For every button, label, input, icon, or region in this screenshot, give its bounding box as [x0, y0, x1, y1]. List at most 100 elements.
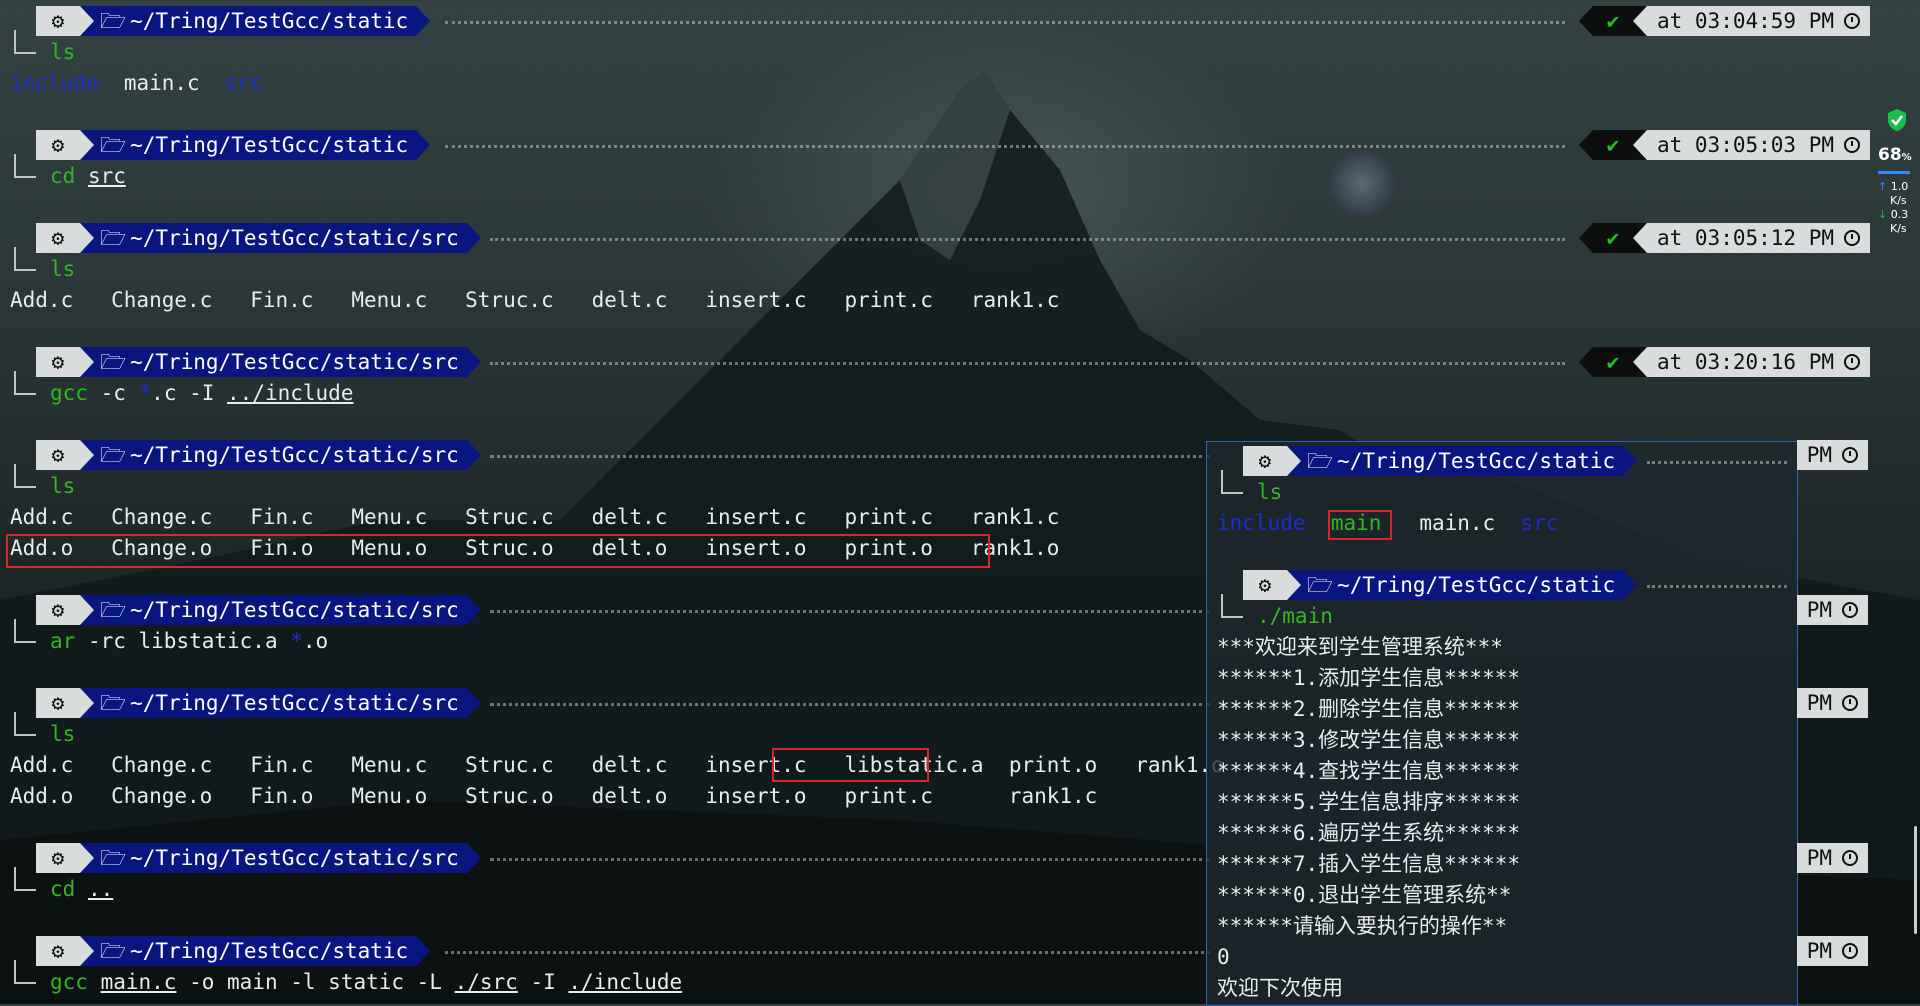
output-line: include main.c src	[10, 68, 263, 99]
prompt-time-partial: PM	[1796, 936, 1868, 966]
glob-star: *	[290, 629, 303, 653]
prompt-segment: ⚙ 🗁 ~/Tring/TestGcc/static/src	[36, 843, 481, 873]
highlight-box	[1328, 510, 1392, 540]
command-line: gcc main.c -o main -l static -L ./src -I…	[50, 967, 682, 998]
prompt-corner	[14, 712, 36, 736]
prompt-path: 🗁 ~/Tring/TestGcc/static/src	[94, 688, 467, 718]
prompt-time-partial: PM	[1796, 440, 1868, 470]
usage-bar	[1878, 171, 1910, 174]
path-text: ~/Tring/TestGcc/static	[1337, 449, 1616, 473]
file-entry: main.c	[1419, 511, 1496, 535]
file-list: Add.c Change.c Fin.c Menu.c Struc.c delt…	[10, 753, 845, 777]
time-suffix: PM	[1806, 939, 1832, 963]
command-line: cd ..	[50, 874, 113, 905]
prompt-path: 🗁 ~/Tring/TestGcc/static/src	[94, 595, 467, 625]
command-text: ls	[50, 474, 76, 498]
command-args: -rc libstatic.a	[75, 629, 291, 653]
prompt-segment: ⚙ 🗁 ~/Tring/TestGcc/static	[36, 130, 431, 160]
prompt-corner	[14, 247, 36, 271]
prompt-path: 🗁 ~/Tring/TestGcc/static/src	[94, 440, 467, 470]
path-text: ~/Tring/TestGcc/static	[130, 9, 409, 33]
prompt-time: at 03:04:59 PM	[1656, 9, 1834, 33]
path-text: ~/Tring/TestGcc/static/src	[130, 846, 459, 870]
prompt-status: ✔ at 03:05:12 PM	[1578, 223, 1870, 253]
prompt-status: ✔ at 03:20:16 PM	[1578, 347, 1870, 377]
prompt-time: at 03:20:16 PM	[1656, 350, 1834, 374]
check-icon: ✔	[1592, 6, 1633, 36]
program-output-line: ******7.插入学生信息******	[1217, 852, 1521, 876]
linux-logo-icon: ⚙	[36, 595, 80, 625]
folder-icon: 🗁	[100, 443, 127, 467]
file-list: print.o rank1.o	[983, 753, 1224, 777]
download-arrow-icon: ↓	[1878, 208, 1888, 221]
folder-icon: 🗁	[1307, 573, 1334, 597]
prompt-filler-dots	[445, 145, 1565, 150]
folder-icon: 🗁	[100, 9, 127, 33]
clock-icon	[1842, 602, 1858, 618]
command-line: cd src	[50, 161, 126, 192]
folder-icon: 🗁	[100, 939, 127, 963]
prompt-corner	[14, 154, 36, 178]
program-output-line: ******5.学生信息排序******	[1217, 790, 1521, 814]
prompt-path: 🗁 ~/Tring/TestGcc/static	[94, 936, 417, 966]
output-line: Add.c Change.c Fin.c Menu.c Struc.c delt…	[10, 505, 1060, 529]
folder-icon: 🗁	[100, 350, 127, 374]
prompt-corner	[14, 619, 36, 643]
scrollbar-thumb[interactable]	[1914, 826, 1917, 934]
command-text: cd	[50, 164, 76, 188]
dir-entry: src	[1520, 511, 1559, 535]
upload-speed: 1.0	[1890, 180, 1909, 193]
command-text: ls	[1257, 480, 1283, 504]
prompt-path: 🗁 ~/Tring/TestGcc/static	[1301, 446, 1624, 476]
prompt-time: at 03:05:03 PM	[1656, 133, 1834, 157]
prompt-path: 🗁 ~/Tring/TestGcc/static	[94, 6, 417, 36]
prompt-corner	[14, 464, 36, 488]
clock-icon	[1842, 695, 1858, 711]
program-output-line: ******0.退出学生管理系统**	[1217, 883, 1512, 907]
folder-icon: 🗁	[100, 226, 127, 250]
command-line: ar -rc libstatic.a *.o	[50, 626, 328, 657]
prompt-segment: ⚙ 🗁 ~/Tring/TestGcc/static/src	[36, 223, 481, 253]
prompt-segment: ⚙ 🗁 ~/Tring/TestGcc/static/src	[36, 688, 481, 718]
percent-sign: %	[1901, 152, 1912, 163]
prompt-segment: ⚙ 🗁 ~/Tring/TestGcc/static/src	[36, 440, 481, 470]
path-text: ~/Tring/TestGcc/static/src	[130, 691, 459, 715]
prompt-filler-dots	[490, 858, 1210, 863]
prompt-status: ✔ at 03:04:59 PM	[1578, 6, 1870, 36]
prompt-segment: ⚙ 🗁 ~/Tring/TestGcc/static/src	[36, 347, 481, 377]
prompt-filler-dots	[490, 703, 1210, 708]
command-args: -I	[517, 970, 569, 994]
percent-value: 68	[1878, 145, 1902, 165]
prompt-path: 🗁 ~/Tring/TestGcc/static	[1301, 570, 1624, 600]
system-monitor-widget[interactable]: 68% ↑ 1.0 K/s ↓ 0.3 K/s	[1878, 108, 1916, 236]
command-line: gcc -c *.c -I ../include	[50, 378, 353, 409]
prompt-filler-dots	[445, 951, 1210, 956]
linux-logo-icon: ⚙	[1243, 570, 1287, 600]
time-suffix: PM	[1806, 691, 1832, 715]
prompt-corner	[1221, 470, 1243, 494]
command-text: ls	[50, 257, 76, 281]
path-text: ~/Tring/TestGcc/static/src	[130, 443, 459, 467]
program-output-line: 欢迎下次使用	[1217, 976, 1343, 1000]
command-args: -o main -l static -L	[176, 970, 455, 994]
output-line: Add.o Change.o Fin.o Menu.o Struc.o delt…	[10, 784, 1098, 808]
check-icon: ✔	[1592, 347, 1633, 377]
prompt-segment: ⚙ 🗁 ~/Tring/TestGcc/static	[1243, 446, 1638, 476]
command-line: ls	[50, 719, 75, 750]
prompt-segment: ⚙ 🗁 ~/Tring/TestGcc/static/src	[36, 595, 481, 625]
path-text: ~/Tring/TestGcc/static	[130, 133, 409, 157]
linux-logo-icon: ⚙	[36, 6, 80, 36]
output-line: Add.c Change.c Fin.c Menu.c Struc.c delt…	[10, 288, 1060, 312]
linux-logo-icon: ⚙	[36, 223, 80, 253]
folder-icon: 🗁	[100, 598, 127, 622]
highlight-box	[6, 534, 990, 568]
dir-entry: include	[10, 71, 99, 95]
prompt-time-partial: PM	[1796, 843, 1868, 873]
linux-logo-icon: ⚙	[1243, 446, 1287, 476]
linux-logo-icon: ⚙	[36, 843, 80, 873]
download-speed: 0.3	[1890, 208, 1909, 221]
command-text: ls	[50, 40, 76, 64]
path-text: ~/Tring/TestGcc/static/src	[130, 350, 459, 374]
overlay-terminal-window[interactable]: ⚙ 🗁 ~/Tring/TestGcc/static ls include mai…	[1206, 441, 1798, 1006]
clock-icon	[1844, 354, 1860, 370]
